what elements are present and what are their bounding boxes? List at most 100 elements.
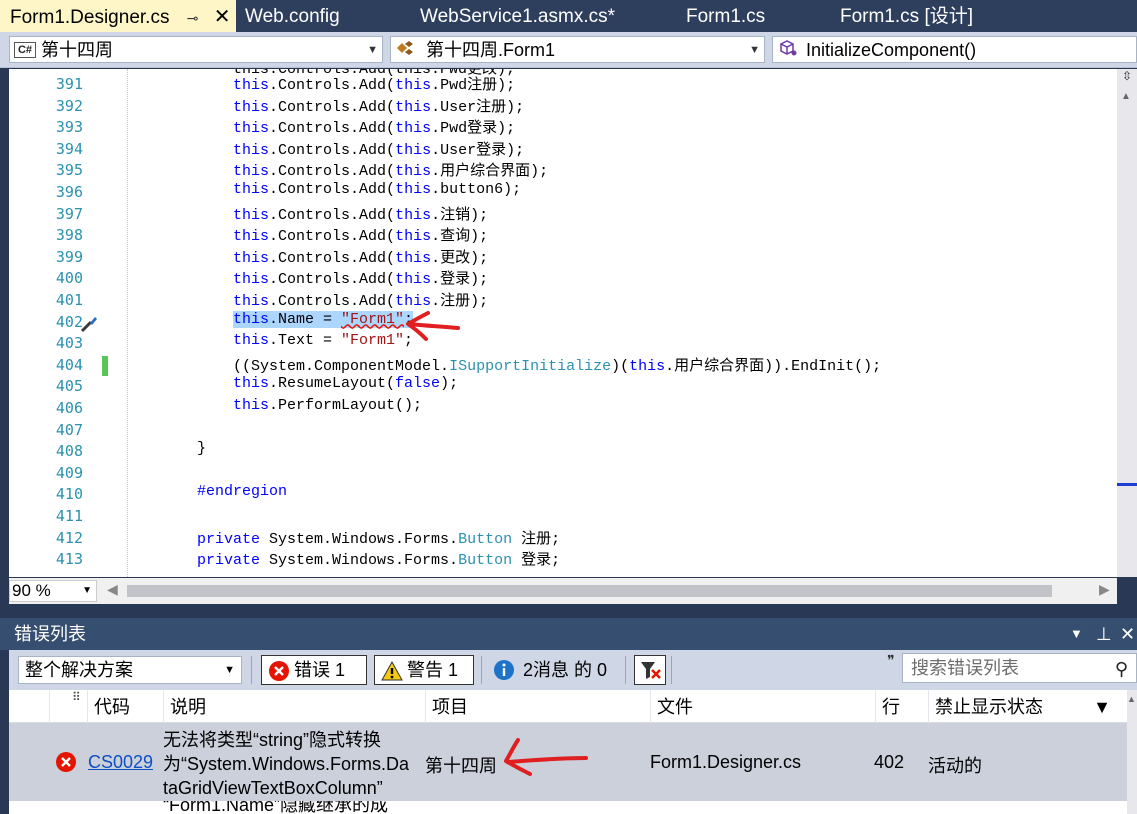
column-header-icon[interactable] [9,690,49,723]
code-token: Controls.Add( [278,293,396,310]
search-icon[interactable]: ⚲ [1115,655,1128,683]
class-icon [395,38,417,62]
code-token: #endregion [197,483,288,501]
line-number: 392 [55,96,83,115]
code-token: this [395,206,432,224]
table-row[interactable]: CS0029 无法将类型“string”隐式转换 为“System.Window… [9,723,1127,801]
horizontal-scroll-thumb[interactable] [127,585,1052,597]
tab-form1-cs[interactable]: Form1.cs [676,0,830,32]
code-token: this [233,310,270,328]
messages-filter-button[interactable]: 2消息 的 0 [491,655,607,685]
tab-label: Form1.Designer.cs [10,7,170,28]
pin-icon[interactable]: ⊥ [1096,618,1112,650]
column-filter-icon[interactable]: ▼ [1093,690,1111,724]
visual-studio-window: Form1.Designer.cs ⊸ ✕ Web.config WebServ… [0,0,1137,814]
member-dropdown-value: InitializeComponent() [806,40,977,60]
column-header-file[interactable]: 文件 [650,690,875,723]
code-token: this [233,228,270,246]
table-row[interactable]: “Form1.Name”隐藏继承的成 [9,801,1127,814]
line-number: 397 [55,204,83,223]
code-token: . [269,120,279,138]
error-icon [55,751,77,778]
close-icon[interactable]: ✕ [214,0,231,34]
code-token: 注册; [512,530,561,548]
code-token: .Name = [269,310,342,328]
code-token: this [395,293,432,310]
quick-action-icon[interactable] [79,315,99,338]
close-icon[interactable]: ✕ [1120,618,1135,650]
line-number: 398 [55,226,83,245]
member-dropdown[interactable]: InitializeComponent() [772,36,1137,63]
code-token: this [233,397,270,414]
line-number: 413 [55,550,83,569]
code-token: Button [458,530,513,548]
chevron-down-icon: ▼ [749,44,760,56]
column-header-line[interactable]: 行 [875,690,928,723]
column-header-project[interactable]: 项目 [425,690,650,723]
pin-icon[interactable]: ⊸ [187,1,199,35]
errors-filter-button[interactable]: 错误 1 [261,655,367,685]
filter-button[interactable] [634,655,666,685]
scope-dropdown[interactable]: 整个解决方案 ▼ [18,656,242,684]
split-icon[interactable]: ⇳ [1119,69,1135,91]
scroll-up-icon[interactable]: ▲ [1127,694,1136,704]
column-header-sort[interactable]: ⠿ [49,690,87,723]
tab-webservice1[interactable]: WebService1.asmx.cs* [410,0,676,32]
editor-horizontal-bar: 90 % ▼ ◀ ▶ [9,578,1117,604]
code-token: Controls.Add( [278,249,396,267]
editor-vertical-scrollbar[interactable]: ⇳ ▲ [1117,69,1137,577]
code-token: .PerformLayout(); [269,397,423,414]
project-dropdown[interactable]: C# 第十四周 ▼ [9,36,383,63]
error-code-link[interactable]: CS0029 [88,752,153,773]
error-description: 无法将类型“string”隐式转换 为“System.Windows.Forms… [163,730,410,798]
error-list-title-bar: 错误列表 ▼ ⊥ ✕ [0,618,1137,650]
code-token: this [395,271,432,289]
messages-count-label: 2消息 的 0 [523,660,608,680]
column-header-description[interactable]: 说明 [163,690,425,723]
code-token: ; [404,310,414,328]
code-token: Controls.Add( [278,120,396,138]
scroll-right-icon[interactable]: ▶ [1099,581,1110,598]
code-line: this.Controls.Add(this.更改); [233,246,488,267]
tab-form1-design[interactable]: Form1.cs [设计] [830,0,1037,32]
zoom-dropdown[interactable]: 90 % ▼ [9,580,97,602]
code-token: System.Windows.Forms. [260,552,459,570]
code-editor[interactable]: 391 392 393 394 395 396 397 398 399 400 401 402 403 4… [9,69,1117,577]
info-icon [493,659,515,690]
chevron-down-icon: ▼ [82,585,92,596]
code-token: this [233,141,270,159]
code-line: ((System.ComponentModel.ISupportInitiali… [233,354,881,375]
scroll-up-icon[interactable]: ▲ [1121,91,1131,102]
class-dropdown-value: 第十四周.Form1 [426,40,556,60]
column-header-code[interactable]: 代码 [87,690,163,723]
code-line: this.Controls.Add(this.登录); [233,267,488,288]
code-line: this.PerformLayout(); [233,397,422,414]
class-dropdown[interactable]: 第十四周.Form1 ▼ [390,36,765,63]
code-token: .查询); [431,228,489,246]
code-token: .登录); [431,271,489,289]
code-token: this [629,357,666,375]
overflow-chevron-icon[interactable]: ❞ [887,652,895,669]
code-token: this [233,293,270,310]
code-token: )( [611,357,630,375]
code-token: Controls.Add( [278,163,396,181]
code-line: this.Controls.Add(this.用户综合界面); [233,159,548,180]
warnings-filter-button[interactable]: 警告 1 [374,655,474,685]
error-file: Form1.Designer.cs [650,752,802,772]
tab-form1-designer[interactable]: Form1.Designer.cs ⊸ ✕ [0,0,236,32]
line-number: 409 [55,463,83,482]
error-list-scrollbar[interactable]: ▲ [1127,690,1137,814]
csharp-project-icon: C# [14,41,36,58]
code-token: this [233,77,270,94]
column-header-suppression[interactable]: 禁止显示状态 ▼ [928,690,1127,723]
search-error-list-input[interactable]: 搜索错误列表 ⚲ [902,653,1137,683]
error-grid-header: ⠿ 代码 说明 项目 文件 行 禁止显示状态 ▼ [9,690,1127,723]
code-token: Controls.Add( [278,228,396,246]
code-token: System.ComponentModel. [251,357,450,375]
code-token: .注册); [431,293,489,310]
scroll-left-icon[interactable]: ◀ [107,581,118,598]
panel-menu-chevron-icon[interactable]: ▼ [1070,618,1083,650]
line-number: 400 [55,269,83,288]
tab-web-config[interactable]: Web.config [236,0,410,32]
code-token: .User注册); [431,98,525,116]
